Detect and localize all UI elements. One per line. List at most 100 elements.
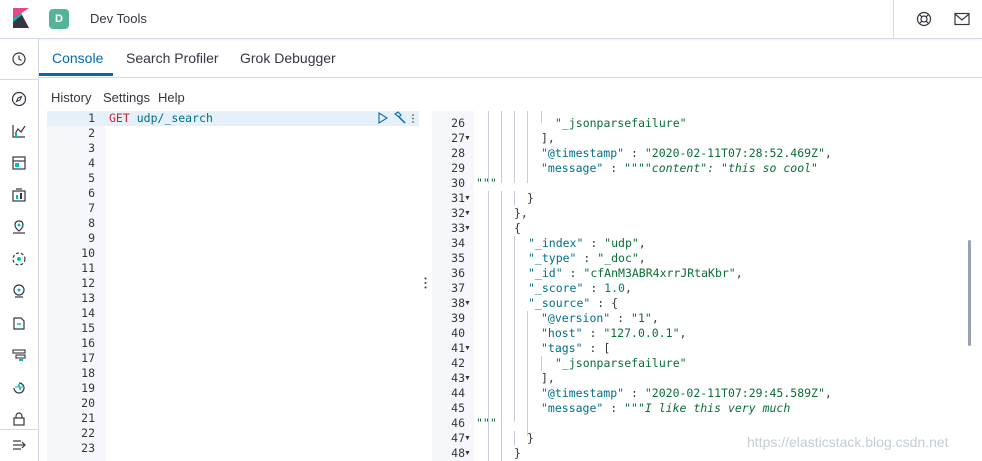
line-number: 46 [451,416,465,430]
output-line: } [527,191,534,205]
line-number: 10 [81,246,95,260]
fold-arrow-icon[interactable]: ▼ [464,300,471,307]
drag-handle-icon[interactable] [424,277,427,289]
line-number: 16 [81,336,95,350]
logs-icon[interactable] [11,315,27,331]
fold-arrow-icon[interactable]: ▼ [464,345,471,352]
line-number: 20 [81,396,95,410]
mail-icon[interactable] [954,12,970,26]
indent-guide [501,221,502,461]
history-link[interactable]: History [51,90,91,105]
line-number: 18 [81,366,95,380]
output-scrollbar[interactable] [968,240,971,346]
maps-icon[interactable] [11,219,27,235]
uptime-icon[interactable] [11,379,27,395]
indent-guide [514,111,515,183]
indent-guide [514,236,515,422]
watermark: https://elasticstack.blog.csdn.net [747,434,949,450]
output-line: "_jsonparsefailure" [555,116,687,130]
line-number: 19 [81,381,95,395]
line-number: 17 [81,351,95,365]
indent-guide [527,311,528,436]
fold-arrow-icon[interactable]: ▼ [464,225,471,232]
indent-guide [514,191,515,206]
line-number: 3 [88,141,95,155]
fold-arrow-icon[interactable]: ▼ [464,435,471,442]
output-line: "@version" : "1", [541,311,659,325]
line-number: 11 [81,261,95,275]
output-line: "_source" : { [528,296,619,310]
space-avatar[interactable]: D [49,9,69,29]
line-number: 42 [451,356,465,370]
clock-icon[interactable] [11,51,27,67]
line-number: 2 [88,126,95,140]
output-line: "message" : """"content": "this so cool" [541,161,818,175]
line-number: 22 [81,426,95,440]
visualize-icon[interactable] [11,123,27,139]
indent-guide [541,356,542,371]
tab-search-profiler[interactable]: Search Profiler [126,50,219,66]
fold-arrow-icon[interactable]: ▼ [464,195,471,202]
fold-arrow-icon[interactable]: ▼ [464,450,471,457]
line-number: 47 [451,431,465,445]
play-icon[interactable] [378,112,388,124]
output-line: ], [541,371,555,385]
output-line: { [514,221,521,235]
indent-guide [488,111,489,183]
wrench-icon[interactable] [393,111,407,125]
indent-guide [488,431,489,461]
tab-console[interactable]: Console [52,50,103,66]
output-line: "_id" : "cfAnM3ABR4xrrJRtaKbr", [528,266,743,280]
line-number: 40 [451,326,465,340]
output-line: """ [476,416,497,430]
fold-arrow-icon[interactable]: ▼ [464,210,471,217]
output-line: } [527,431,534,445]
output-line: "_score" : 1.0, [528,281,632,295]
dashboard-icon[interactable] [11,155,27,171]
indent-guide [514,431,515,446]
line-number: 30 [451,176,465,190]
settings-link[interactable]: Settings [103,90,150,105]
line-number: 14 [81,306,95,320]
line-number: 27 [451,131,465,145]
line-number: 39 [451,311,465,325]
side-navigation [0,39,39,461]
compass-icon[interactable] [11,91,27,107]
line-number: 31 [451,191,465,205]
line-number: 34 [451,236,465,250]
output-line: ], [541,131,555,145]
help-link[interactable]: Help [158,90,185,105]
indent-guide [527,111,528,183]
help-icon[interactable] [916,11,932,27]
output-line: "@timestamp" : "2020-02-11T07:28:52.469Z… [541,146,832,160]
output-line: """ [476,176,497,190]
more-actions-icon[interactable] [412,114,414,123]
infrastructure-icon[interactable] [11,283,27,299]
tab-grok-debugger[interactable]: Grok Debugger [240,50,336,66]
output-line: "host" : "127.0.0.1", [541,326,687,340]
kibana-logo-icon[interactable] [10,8,30,28]
request-line[interactable]: GET udp/_search [109,111,213,125]
active-line-highlight [47,111,419,126]
collapse-icon[interactable] [11,437,27,453]
ml-icon[interactable] [11,251,27,267]
active-tab-indicator [39,73,113,76]
line-number: 12 [81,276,95,290]
output-line: "_type" : "_doc", [528,251,646,265]
siem-icon[interactable] [11,411,27,427]
indent-guide [501,206,502,221]
line-number: 7 [88,201,95,215]
canvas-icon[interactable] [11,187,27,203]
request-url: udp/_search [136,111,213,125]
fold-arrow-icon[interactable]: ▼ [464,135,471,142]
line-number: 43 [451,371,465,385]
page-title: Dev Tools [90,11,147,26]
line-number: 32 [451,206,465,220]
line-number: 33 [451,221,465,235]
output-line: "message" : """I like this very much [541,401,791,415]
devtools-tabs: Console Search Profiler Grok Debugger [39,39,982,78]
apm-icon[interactable] [11,347,27,363]
header-divider [893,0,894,38]
indent-guide [541,111,542,123]
fold-arrow-icon[interactable]: ▼ [464,375,471,382]
